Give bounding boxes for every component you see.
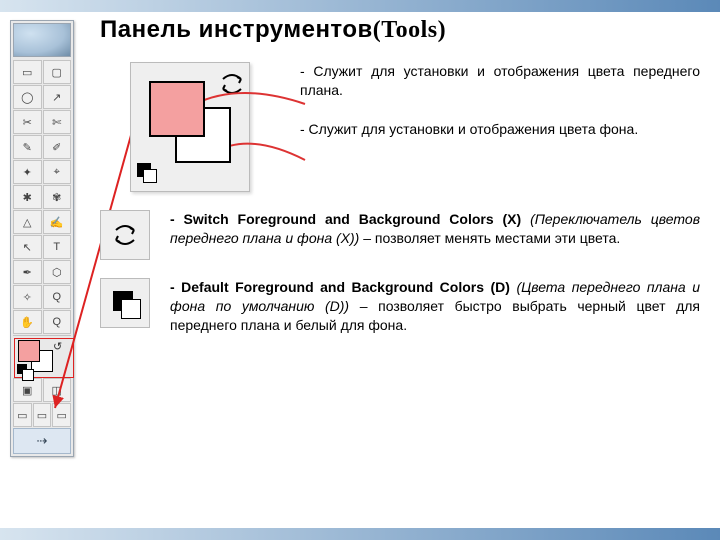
jump-button[interactable]: ⇢ [13,428,71,454]
page-title: Панель инструментов(Tools) [100,16,700,44]
tool-wand[interactable]: ↗ [43,85,72,109]
colors-figure [100,62,280,192]
tool-grid: ▭ ▢ ◯ ↗ ✂ ✄ ✎ ✐ ✦ ⌖ ✱ ✾ △ ✍ ↖ T ✒ ⬡ ✧ Q … [13,60,71,334]
tool-healing[interactable]: ✎ [13,135,42,159]
colors-block: - Служит для установки и отображения цве… [100,62,700,192]
screen-1[interactable]: ▭ [13,403,32,427]
switch-block: - Switch Foreground and Background Color… [100,210,700,260]
tool-move[interactable]: ▢ [43,60,72,84]
default-big-icon [137,163,159,185]
tool-path[interactable]: ↖ [13,235,42,259]
default-figure [100,278,150,328]
tool-history[interactable]: ⌖ [43,160,72,184]
content-area: Панель инструментов(Tools) - Служит [100,16,700,335]
switch-text: - Switch Foreground and Background Color… [170,210,700,260]
default-colors-icon[interactable] [17,364,27,374]
foreground-big-swatch [149,81,205,137]
switch-bold: - Switch Foreground and Background Color… [170,211,521,227]
tool-stamp[interactable]: ✦ [13,160,42,184]
tool-brush[interactable]: ✐ [43,135,72,159]
header-stripe [0,0,720,12]
mask-standard[interactable]: ▣ [13,378,42,402]
tool-eyedrop[interactable]: Q [43,285,72,309]
switch-rest: – позволяет менять местами эти цвета. [359,230,620,246]
app-logo [13,23,71,57]
tool-slice[interactable]: ✄ [43,110,72,134]
tool-notes[interactable]: ✧ [13,285,42,309]
title-en: (Tools) [373,17,446,43]
tool-gradient[interactable]: ✾ [43,185,72,209]
screen-2[interactable]: ▭ [33,403,52,427]
tool-marquee[interactable]: ▭ [13,60,42,84]
tool-shape[interactable]: ⬡ [43,260,72,284]
tools-panel: ▭ ▢ ◯ ↗ ✂ ✄ ✎ ✐ ✦ ⌖ ✱ ✾ △ ✍ ↖ T ✒ ⬡ ✧ Q … [10,20,74,457]
tool-crop[interactable]: ✂ [13,110,42,134]
tool-eraser[interactable]: ✱ [13,185,42,209]
swap-icon [110,220,140,250]
default-text: - Default Foreground and Background Colo… [170,278,700,335]
swap-colors-icon[interactable]: ↺ [53,340,65,352]
fg-description: - Служит для установки и отображения цве… [300,62,700,100]
screen-3[interactable]: ▭ [52,403,71,427]
tool-pen[interactable]: ✒ [13,260,42,284]
tool-blur[interactable]: △ [13,210,42,234]
footer-stripe [0,528,720,540]
tool-type[interactable]: T [43,235,72,259]
switch-figure [100,210,150,260]
colors-panel-enlarged [130,62,250,192]
swap-big-icon [217,69,243,95]
mask-quick[interactable]: ◫ [43,378,72,402]
mask-mode-row: ▣ ◫ [13,378,71,402]
default-block: - Default Foreground and Background Colo… [100,278,700,335]
title-ru: Панель инструментов [100,16,373,43]
color-swatch-area: ↺ [13,335,71,377]
tool-dodge[interactable]: ✍ [43,210,72,234]
screen-mode-row: ▭ ▭ ▭ [13,403,71,427]
tool-lasso[interactable]: ◯ [13,85,42,109]
default-bold: - Default Foreground and Background Colo… [170,279,510,295]
foreground-swatch[interactable] [18,340,40,362]
tool-zoom[interactable]: Q [43,310,72,334]
colors-text: - Служит для установки и отображения цве… [300,62,700,192]
tool-hand[interactable]: ✋ [13,310,42,334]
bg-description: - Служит для установки и отображения цве… [300,120,700,139]
